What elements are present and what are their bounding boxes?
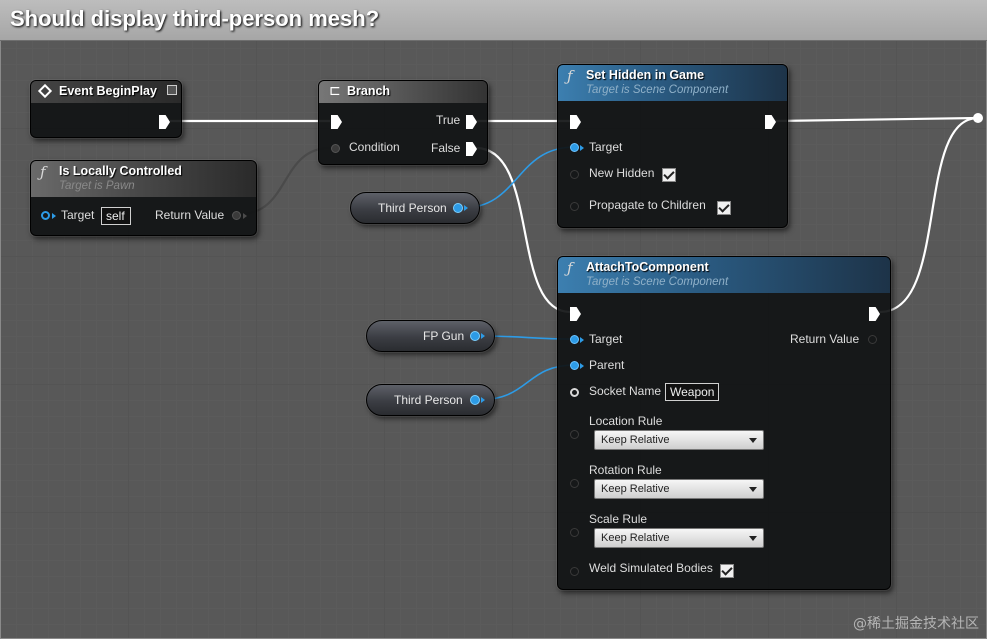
scale-rule-pin[interactable]	[570, 528, 579, 537]
location-rule-value: Keep Relative	[601, 434, 670, 446]
new-hidden-pin[interactable]	[570, 170, 579, 179]
target-pin-arrow	[580, 337, 584, 343]
target-self-field[interactable]: self	[101, 207, 131, 225]
variable-third-person-2[interactable]: Third Person	[366, 384, 495, 416]
rotation-rule-pin[interactable]	[570, 479, 579, 488]
variable-pin-arrow	[481, 333, 485, 339]
exec-in-pin[interactable]	[570, 115, 581, 129]
branch-icon: ⊏	[329, 83, 341, 99]
scale-rule-label: Scale Rule	[589, 512, 648, 526]
location-rule-dropdown[interactable]: Keep Relative	[594, 430, 764, 450]
chevron-down-icon	[749, 438, 757, 443]
node-title: Branch	[347, 84, 391, 98]
new-hidden-checkbox[interactable]	[662, 168, 676, 182]
propagate-checkbox[interactable]	[717, 201, 731, 215]
weld-pin[interactable]	[570, 567, 579, 576]
variable-fp-gun[interactable]: FP Gun	[366, 320, 495, 352]
node-header: ƒ Is Locally Controlled Target is Pawn	[31, 161, 256, 197]
false-label: False	[431, 141, 461, 155]
true-label: True	[436, 113, 461, 127]
variable-out-pin[interactable]	[470, 395, 480, 405]
variable-out-pin[interactable]	[470, 331, 480, 341]
comment-header[interactable]: Should display third-person mesh?	[0, 0, 987, 41]
rotation-rule-dropdown[interactable]: Keep Relative	[594, 479, 764, 499]
scale-rule-value: Keep Relative	[601, 532, 670, 544]
node-title: Event BeginPlay	[59, 84, 157, 98]
socket-name-field[interactable]: Weapon	[665, 383, 719, 401]
location-rule-label: Location Rule	[589, 414, 663, 428]
target-pin[interactable]	[570, 143, 579, 152]
function-icon: ƒ	[567, 259, 573, 277]
rotation-rule-value: Keep Relative	[601, 483, 670, 495]
target-label: Target	[589, 140, 623, 154]
condition-label: Condition	[349, 140, 400, 154]
node-subtitle: Target is Scene Component	[586, 276, 729, 288]
exec-out-pin[interactable]	[765, 115, 776, 129]
node-header: ƒ AttachToComponent Target is Scene Comp…	[558, 257, 890, 293]
comment-title: Should display third-person mesh?	[10, 6, 380, 31]
return-pin-arrow	[243, 213, 247, 219]
return-value-label: Return Value	[790, 332, 860, 346]
target-label: Target	[589, 332, 623, 346]
node-title: Set Hidden in Game	[586, 68, 705, 82]
function-icon: ƒ	[567, 67, 573, 85]
node-set-hidden-in-game[interactable]: ƒ Set Hidden in Game Target is Scene Com…	[557, 64, 788, 228]
condition-pin[interactable]	[331, 144, 340, 153]
variable-third-person-1[interactable]: Third Person	[350, 192, 480, 224]
delegate-pin-icon[interactable]	[167, 85, 177, 95]
variable-pin-arrow	[481, 397, 485, 403]
weld-checkbox[interactable]	[720, 564, 734, 578]
node-header: ⊏ Branch	[319, 81, 487, 103]
exec-out-pin[interactable]	[159, 115, 170, 129]
function-icon: ƒ	[40, 163, 46, 181]
variable-label: Third Person	[378, 201, 447, 215]
node-is-locally-controlled[interactable]: ƒ Is Locally Controlled Target is Pawn T…	[30, 160, 257, 236]
socket-name-pin[interactable]	[570, 388, 579, 397]
target-pin[interactable]	[41, 211, 50, 220]
node-attach-to-component[interactable]: ƒ AttachToComponent Target is Scene Comp…	[557, 256, 891, 590]
node-event-beginplay[interactable]: Event BeginPlay	[30, 80, 182, 138]
node-header: Event BeginPlay	[31, 81, 181, 103]
variable-pin-arrow	[464, 205, 468, 211]
node-branch[interactable]: ⊏ Branch True Condition False	[318, 80, 488, 165]
parent-label: Parent	[589, 358, 625, 372]
variable-label: Third Person	[394, 393, 463, 407]
propagate-pin[interactable]	[570, 202, 579, 211]
variable-out-pin[interactable]	[453, 203, 463, 213]
weld-label: Weld Simulated Bodies	[589, 561, 713, 575]
target-pin[interactable]	[570, 335, 579, 344]
socket-name-label: Socket Name	[589, 384, 662, 398]
true-exec-pin[interactable]	[466, 115, 477, 129]
chevron-down-icon	[749, 487, 757, 492]
return-value-label: Return Value	[155, 208, 225, 222]
parent-pin[interactable]	[570, 361, 579, 370]
node-subtitle: Target is Scene Component	[586, 84, 729, 96]
rotation-rule-label: Rotation Rule	[589, 463, 662, 477]
node-header: ƒ Set Hidden in Game Target is Scene Com…	[558, 65, 787, 101]
propagate-label: Propagate to Children	[589, 198, 706, 212]
exec-in-pin[interactable]	[570, 307, 581, 321]
scale-rule-dropdown[interactable]: Keep Relative	[594, 528, 764, 548]
new-hidden-label: New Hidden	[589, 166, 655, 180]
return-value-pin[interactable]	[868, 335, 877, 344]
watermark: @稀土掘金技术社区	[853, 616, 979, 632]
exec-in-pin[interactable]	[331, 115, 342, 129]
target-label: Target	[61, 208, 95, 222]
node-title: Is Locally Controlled	[59, 164, 182, 178]
chevron-down-icon	[749, 536, 757, 541]
node-title: AttachToComponent	[586, 260, 709, 274]
event-diamond-icon	[37, 83, 53, 99]
false-exec-pin[interactable]	[466, 142, 477, 156]
node-subtitle: Target is Pawn	[59, 180, 135, 192]
target-pin-arrow	[52, 213, 56, 219]
parent-pin-arrow	[580, 363, 584, 369]
return-value-pin[interactable]	[232, 211, 241, 220]
location-rule-pin[interactable]	[570, 430, 579, 439]
exec-out-pin[interactable]	[869, 307, 880, 321]
target-pin-arrow	[580, 145, 584, 151]
variable-label: FP Gun	[423, 329, 465, 343]
